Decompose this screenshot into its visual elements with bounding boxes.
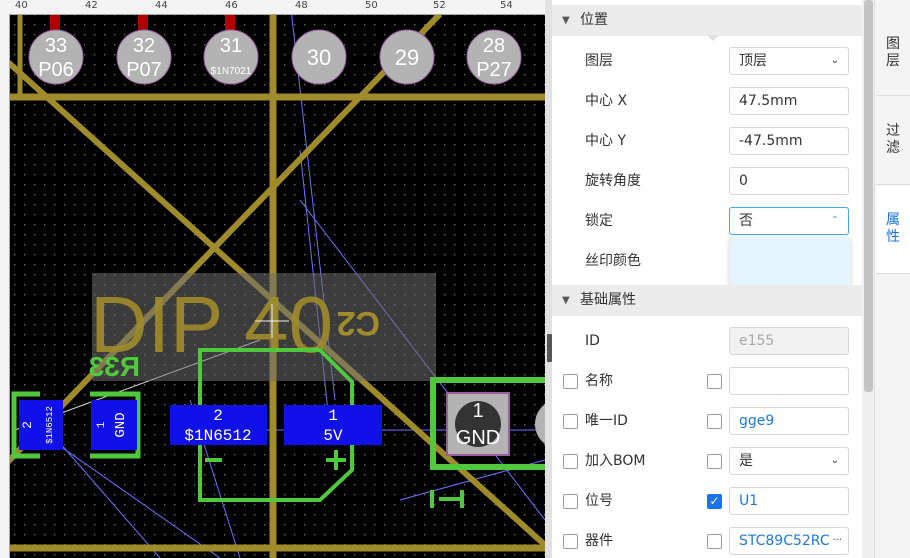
rotation-label: 旋转角度 [585,173,641,189]
th-num: 1 [472,400,483,422]
chevron-down-icon: ⌄ [830,55,839,66]
properties-panel: ▼ 位置 图层 顶层 ⌄ 中心 X 47.5mm 中心 Y -47.5mm 旋转… [552,0,862,558]
device-label: 器件 [585,533,613,549]
designator-row-checkbox[interactable] [563,494,578,509]
silk-r33: R33 [89,351,140,382]
ruler-num: 42 [85,0,98,11]
collapse-arrow-icon: ▼ [562,15,570,26]
section-basic[interactable]: ▼ 基础属性 [552,285,862,316]
c2-pad-1-net: 5V [323,427,343,445]
device-input[interactable]: STC89C52RC ··· [729,527,849,555]
pad30-num: 30 [307,45,331,70]
lock-value: 否 [739,213,753,229]
chevron-up-icon: ⌃ [830,215,839,226]
tab-properties[interactable]: 属性 [876,186,910,274]
pad28-num: 28 [483,35,505,57]
name-label: 名称 [585,373,613,389]
r33-pad1-num: 1 [96,421,108,428]
r33-pad2-num: 2 [20,421,35,429]
th-net: GND [456,427,500,449]
designator-value: U1 [739,493,759,509]
layer-select[interactable]: 顶层 ⌄ [729,47,849,75]
chevron-down-icon: ⌄ [830,455,839,466]
pad32-net: P07 [126,59,162,81]
uid-label: 唯一ID [585,413,628,429]
name-row-checkbox[interactable] [563,374,578,389]
pad33-net: P06 [38,59,74,81]
tab-filter[interactable]: 过滤 [876,97,910,185]
center-y-label: 中心 Y [585,133,627,149]
name-visible-checkbox[interactable] [707,374,722,389]
ruler-left [0,14,10,558]
bom-visible-checkbox[interactable] [707,454,722,469]
tab-layers[interactable]: 图层 [876,0,910,96]
lock-label: 锁定 [585,213,613,229]
bom-select[interactable]: 是 ⌄ [729,447,849,475]
c2-pad-2-num: 2 [213,407,223,425]
uid-visible-checkbox[interactable] [707,414,722,429]
center-x-value: 47.5mm [739,93,798,109]
id-input: e155 [729,327,849,355]
rotation-input[interactable]: 0 [729,167,849,195]
r33-pad2-net: $1N6512 [45,406,55,444]
designator-label: 位号 [585,493,613,509]
designator-input[interactable]: U1 [729,487,849,515]
caret-icon [707,35,719,41]
device-visible-checkbox[interactable] [707,534,722,549]
pcb-canvas[interactable]: DIP 40 C2 R33 33 P06 32 P07 31 $1N7021 3… [0,0,545,558]
device-row-checkbox[interactable] [563,534,578,549]
uid-input[interactable]: gge9 [729,407,849,435]
bom-value: 是 [739,453,753,469]
rotation-value: 0 [739,173,748,189]
pad28-net: P27 [476,59,512,81]
ruler-top: 40 42 44 46 48 50 52 54 [0,0,545,15]
pad33-num: 33 [45,35,67,57]
c2-pad-1-num: 1 [328,407,338,425]
ruler-num: 46 [225,0,238,11]
pad29-num: 29 [395,45,419,70]
tab-label: 图层 [886,36,900,69]
panel-splitter[interactable] [545,0,552,558]
check-icon: ✓ [709,494,720,508]
silk-color-label: 丝印颜色 [585,253,641,269]
device-value: STC89C52RC [739,533,830,549]
tab-label: 过滤 [886,123,900,156]
ruler-num: 52 [433,0,446,11]
center-x-input[interactable]: 47.5mm [729,87,849,115]
bom-label: 加入BOM [585,453,646,469]
uid-row-checkbox[interactable] [563,414,578,429]
side-tabs: 图层 过滤 属性 [874,0,910,558]
bom-row-checkbox[interactable] [563,454,578,469]
c2-pad-2-net: $1N6512 [184,427,251,445]
center-y-value: -47.5mm [739,133,803,149]
tab-label: 属性 [886,212,900,245]
ruler-num: 54 [500,0,513,11]
more-button[interactable]: ··· [829,528,842,554]
silk-c2: C2 [337,304,380,342]
pad32-num: 32 [133,35,155,57]
center-x-label: 中心 X [585,93,628,109]
ruler-num: 50 [365,0,378,11]
id-value: e155 [739,333,775,349]
pcb-drawing[interactable]: DIP 40 C2 R33 33 P06 32 P07 31 $1N7021 3… [0,0,545,558]
collapse-arrow-icon: ▼ [562,295,570,306]
layer-value: 顶层 [739,53,767,69]
section-title: 位置 [580,12,608,28]
section-title: 基础属性 [580,292,636,308]
lock-select[interactable]: 否 ⌃ [729,207,849,235]
name-input[interactable] [729,367,849,395]
scrollbar-thumb[interactable] [864,0,873,392]
pad31-num: 31 [220,35,242,57]
pad31-net: $1N7021 [211,66,252,77]
ruler-num: 44 [155,0,168,11]
ruler-num: 40 [15,0,28,11]
center-y-input[interactable]: -47.5mm [729,127,849,155]
r33-pad1-net: GND [113,412,129,437]
section-position[interactable]: ▼ 位置 [552,5,862,36]
ruler-num: 48 [295,0,308,11]
layer-label: 图层 [585,53,613,69]
uid-value: gge9 [739,413,775,429]
designator-visible-checkbox[interactable]: ✓ [707,494,722,509]
id-label: ID [585,333,600,349]
